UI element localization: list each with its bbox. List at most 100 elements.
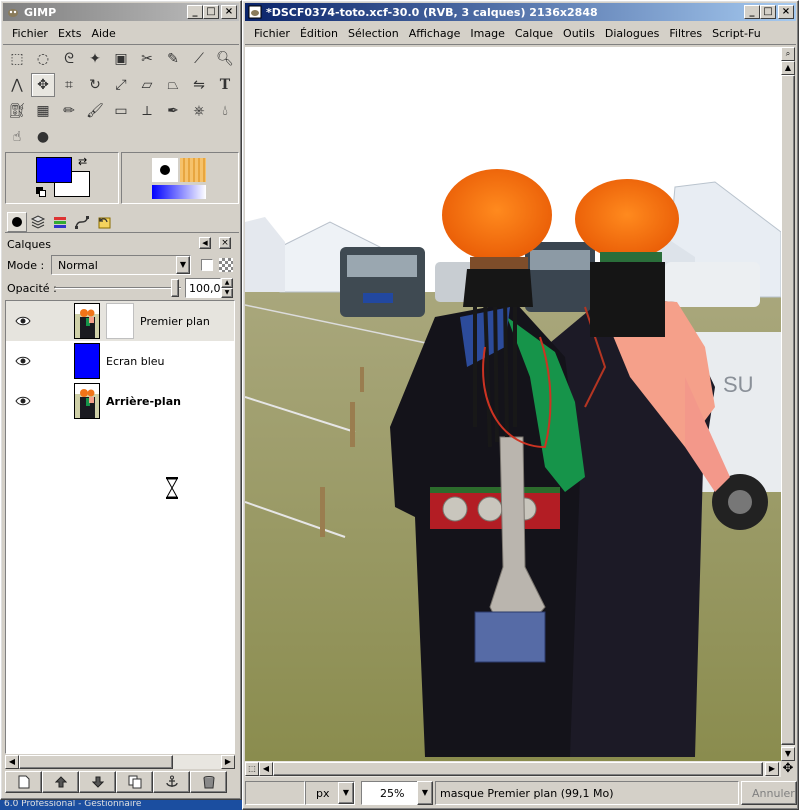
flip-tool-button[interactable]: ⇋ [187,73,211,97]
airbrush-tool-button[interactable]: ⟂ [135,99,159,123]
visibility-eye-icon[interactable] [10,341,36,381]
cancel-button[interactable]: Annuler [741,781,797,805]
canvas-hscrollbar[interactable]: ⬚ ◀ ▶ [245,761,781,777]
minimize-button[interactable]: _ [187,5,203,19]
opacity-input[interactable]: 100,0 [185,278,221,298]
panel-close-button[interactable]: × [219,237,231,249]
layer-thumbnail[interactable] [74,343,100,379]
tab-paths[interactable] [71,212,93,232]
rect-select-tool-button[interactable]: ⬚ [5,47,29,71]
text-tool-button[interactable]: T [213,73,237,97]
move-tool-button[interactable]: ✥ [31,73,55,97]
scale-tool-button[interactable]: ⤢ [109,73,133,97]
scroll-thumb[interactable] [19,755,173,769]
spin-up-button[interactable]: ▲ [221,278,233,288]
menu-calque[interactable]: Calque [510,27,558,40]
pencil-tool-button[interactable]: ✏ [57,99,81,123]
keep-transparency-checkbox[interactable] [201,259,213,271]
layer-row[interactable]: Premier plan [6,301,234,341]
canvas-area[interactable]: SU [245,47,781,761]
smudge-tool-button[interactable]: ☝ [5,125,29,149]
perspective-tool-button[interactable]: ⏢ [161,73,185,97]
tab-brushes[interactable] [7,212,27,232]
color-picker-tool-button[interactable]: ⟋ [187,47,211,71]
duplicate-layer-button[interactable] [116,771,153,793]
close-button[interactable]: × [778,5,794,19]
scissors-tool-button[interactable]: ✂ [135,47,159,71]
menu-dialogues[interactable]: Dialogues [600,27,665,40]
layer-row[interactable]: Arrière-plan [6,381,234,421]
default-colors-icon[interactable] [36,187,46,197]
brush-preview[interactable] [152,158,178,182]
menu-exts[interactable]: Exts [53,27,87,40]
chain-slot[interactable] [36,301,74,341]
menu-image[interactable]: Image [465,27,509,40]
layer-thumbnail[interactable] [74,303,100,339]
magic-wand-tool-button[interactable]: ✦ [83,47,107,71]
bucket-fill-tool-button[interactable]: ⛽︎ [5,99,29,123]
new-layer-button[interactable] [5,771,42,793]
eraser-tool-button[interactable]: ▭ [109,99,133,123]
clone-tool-button[interactable]: ⎈ [187,99,211,123]
chevron-down-icon[interactable]: ▼ [338,782,354,804]
visibility-eye-icon[interactable] [10,381,36,421]
dodge-tool-button[interactable]: ● [31,125,55,149]
lower-layer-button[interactable] [79,771,116,793]
swap-colors-icon[interactable]: ⇄ [78,155,87,168]
shear-tool-button[interactable]: ▱ [135,73,159,97]
gradient-preview[interactable] [152,185,206,199]
navigation-icon[interactable]: ✥ [781,761,795,777]
unit-select[interactable]: px ▼ [305,781,355,805]
minimize-button[interactable]: _ [744,5,760,19]
vscroll-thumb[interactable] [781,75,795,745]
spin-down-button[interactable]: ▼ [221,288,233,298]
menu-affichage[interactable]: Affichage [404,27,466,40]
opacity-slider-handle[interactable] [171,279,179,297]
opacity-slider-track[interactable] [55,287,181,289]
scroll-right-button[interactable]: ▶ [221,755,235,769]
tab-channels[interactable] [49,212,71,232]
scroll-up-button[interactable]: ▲ [781,61,795,75]
rotate-tool-button[interactable]: ↻ [83,73,107,97]
visibility-eye-icon[interactable] [10,301,36,341]
menu-edition[interactable]: Édition [295,27,343,40]
scroll-left-button[interactable]: ◀ [5,755,19,769]
menu-fichier[interactable]: Fichier [7,27,53,40]
zoom-dropdown-button[interactable]: ▼ [417,781,433,805]
scroll-left-button[interactable]: ◀ [259,762,273,776]
menu-selection[interactable]: Sélection [343,27,404,40]
chain-slot[interactable] [36,381,74,421]
opacity-spinner[interactable]: ▲ ▼ [221,278,233,298]
canvas-photo[interactable]: SU [245,47,781,761]
scroll-right-button[interactable]: ▶ [765,762,779,776]
menu-fichier[interactable]: Fichier [249,27,295,40]
layer-row[interactable]: Ecran bleu [6,341,234,381]
delete-layer-button[interactable] [190,771,227,793]
crop-tool-button[interactable]: ⌗ [57,73,81,97]
foreground-color-swatch[interactable] [36,157,72,183]
menu-filtres[interactable]: Filtres [664,27,707,40]
tab-layers[interactable] [27,212,49,232]
blur-tool-button[interactable]: 💧︎ [213,99,237,123]
layer-thumbnail[interactable] [74,383,100,419]
paths-tool-button[interactable]: ✎ [161,47,185,71]
chain-slot[interactable] [36,341,74,381]
canvas-vscrollbar[interactable]: ⌕ ▲ ▼ [781,47,795,761]
mode-select[interactable]: Normal ▼ [51,255,191,275]
menu-outils[interactable]: Outils [558,27,600,40]
zoom-tool-button[interactable]: 🔍︎ [213,47,237,71]
toolbox-titlebar[interactable]: GIMP _ □ × [3,3,239,21]
quick-mask-toggle[interactable]: ⬚ [245,762,259,776]
chevron-down-icon[interactable]: ▼ [176,256,190,274]
pattern-preview[interactable] [180,158,206,182]
measure-tool-button[interactable]: ⋀ [5,73,29,97]
panel-menu-button[interactable]: ◀ [199,237,211,249]
layer-list-scrollbar[interactable]: ◀ ▶ [5,755,235,769]
raise-layer-button[interactable] [42,771,79,793]
maximize-button[interactable]: □ [203,5,219,19]
scroll-down-button[interactable]: ▼ [781,747,795,761]
menu-script-fu[interactable]: Script-Fu [707,27,766,40]
navigate-icon[interactable]: ⌕ [781,47,795,61]
hscroll-thumb[interactable] [273,762,763,776]
layer-mask-thumbnail[interactable] [106,303,134,339]
